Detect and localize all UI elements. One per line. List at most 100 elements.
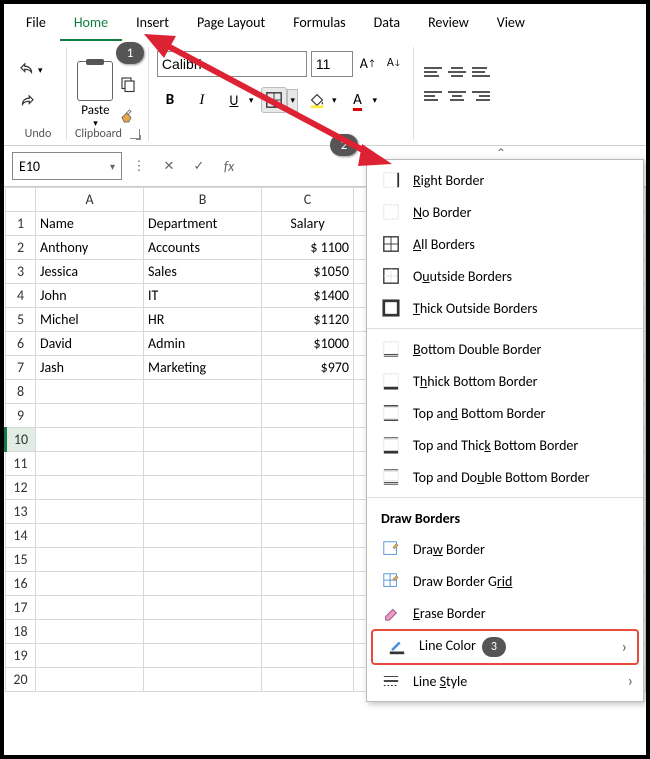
align-middle-button[interactable] [446, 65, 468, 83]
cell[interactable] [262, 380, 354, 404]
cell[interactable] [144, 452, 262, 476]
menu-erase-border[interactable]: Erase Border [367, 597, 643, 629]
row-header[interactable]: 9 [6, 404, 36, 428]
align-top-button[interactable] [422, 65, 444, 83]
cell[interactable] [262, 452, 354, 476]
menu-draw-border-grid[interactable]: Draw Border Grid [367, 565, 643, 597]
cell[interactable]: David [36, 332, 144, 356]
borders-dropdown[interactable]: ▾ [287, 89, 298, 112]
redo-button[interactable] [18, 89, 58, 115]
cell[interactable] [144, 380, 262, 404]
row-header[interactable]: 15 [6, 548, 36, 572]
cell[interactable]: Name [36, 212, 144, 236]
cell[interactable] [144, 548, 262, 572]
col-header-b[interactable]: B [144, 188, 262, 212]
cell[interactable]: $1120 [262, 308, 354, 332]
cell[interactable] [36, 548, 144, 572]
align-right-button[interactable] [470, 89, 492, 107]
underline-button[interactable]: U [221, 87, 247, 113]
tab-home[interactable]: Home [60, 8, 122, 41]
row-header[interactable]: 10 [6, 428, 36, 452]
row-header[interactable]: 19 [6, 644, 36, 668]
cell[interactable]: $1000 [262, 332, 354, 356]
cell[interactable] [262, 524, 354, 548]
paste-button[interactable]: Paste ▾ [77, 61, 113, 129]
row-header[interactable]: 20 [6, 668, 36, 692]
cell[interactable] [262, 668, 354, 692]
menu-no-border[interactable]: No Border [367, 196, 643, 228]
tab-insert[interactable]: Insert [122, 8, 183, 41]
menu-thick-bottom-border[interactable]: Thhick Bottom Border [367, 365, 643, 397]
cell[interactable]: HR [144, 308, 262, 332]
font-color-dropdown[interactable]: ▾ [371, 95, 380, 106]
insert-function-button[interactable]: fx [216, 154, 242, 178]
formula-dropdown[interactable]: ⋮ [126, 154, 152, 178]
cell[interactable]: Jessica [36, 260, 144, 284]
row-header[interactable]: 13 [6, 500, 36, 524]
font-name-select[interactable] [157, 51, 307, 77]
cell[interactable]: $ 1100 [262, 236, 354, 260]
col-header-c[interactable]: C [262, 188, 354, 212]
menu-top-thick-bottom-border[interactable]: Top and Thick Bottom Border [367, 429, 643, 461]
copy-button[interactable] [119, 75, 137, 97]
cell[interactable]: Department [144, 212, 262, 236]
cell[interactable]: Salary [262, 212, 354, 236]
cell[interactable] [262, 476, 354, 500]
name-box[interactable]: E10▾ [12, 152, 122, 180]
cell[interactable] [36, 452, 144, 476]
menu-top-bottom-border[interactable]: Top and Bottom Border [367, 397, 643, 429]
col-header-a[interactable]: A [36, 188, 144, 212]
cell[interactable] [144, 524, 262, 548]
row-header[interactable]: 6 [6, 332, 36, 356]
clipboard-dialog-launcher[interactable] [130, 129, 140, 139]
cell[interactable] [36, 404, 144, 428]
cell[interactable] [36, 476, 144, 500]
font-size-select[interactable] [311, 51, 353, 77]
underline-dropdown[interactable]: ▾ [247, 95, 256, 106]
select-all-corner[interactable] [6, 188, 36, 212]
cell[interactable] [144, 500, 262, 524]
row-header[interactable]: 1 [6, 212, 36, 236]
italic-button[interactable]: I [189, 87, 215, 113]
cell[interactable] [262, 644, 354, 668]
menu-right-border[interactable]: Right Border [367, 164, 643, 196]
cell[interactable]: Sales [144, 260, 262, 284]
row-header[interactable]: 16 [6, 572, 36, 596]
row-header[interactable]: 17 [6, 596, 36, 620]
undo-button[interactable]: ▾ [18, 57, 58, 83]
cell[interactable]: John [36, 284, 144, 308]
row-header[interactable]: 8 [6, 380, 36, 404]
grow-font-button[interactable]: A↑ [357, 51, 379, 75]
cell[interactable] [36, 428, 144, 452]
cell[interactable] [36, 500, 144, 524]
row-header[interactable]: 5 [6, 308, 36, 332]
row-header[interactable]: 14 [6, 524, 36, 548]
menu-draw-border[interactable]: Draw Border [367, 533, 643, 565]
cell[interactable] [36, 620, 144, 644]
cancel-formula-button[interactable]: ✕ [156, 154, 182, 178]
cell[interactable] [36, 644, 144, 668]
tab-view[interactable]: View [483, 8, 539, 41]
menu-top-double-bottom-border[interactable]: Top and Double Bottom Border [367, 461, 643, 493]
row-header[interactable]: 11 [6, 452, 36, 476]
cell[interactable] [262, 548, 354, 572]
row-header[interactable]: 4 [6, 284, 36, 308]
row-header[interactable]: 18 [6, 620, 36, 644]
cell[interactable] [144, 476, 262, 500]
cell[interactable] [36, 572, 144, 596]
cell[interactable] [144, 620, 262, 644]
menu-line-color[interactable]: Line Color3 [371, 629, 639, 665]
cell[interactable] [262, 596, 354, 620]
cell[interactable] [144, 428, 262, 452]
cell[interactable] [262, 404, 354, 428]
cell[interactable]: Anthony [36, 236, 144, 260]
cell[interactable]: Michel [36, 308, 144, 332]
borders-button[interactable] [261, 87, 287, 113]
cell[interactable] [144, 668, 262, 692]
cell[interactable] [36, 524, 144, 548]
bold-button[interactable]: B [157, 87, 183, 113]
align-bottom-button[interactable] [470, 65, 492, 83]
tab-data[interactable]: Data [360, 8, 414, 41]
cell[interactable]: Marketing [144, 356, 262, 380]
menu-thick-outside-borders[interactable]: Thick Outside Borders [367, 292, 643, 324]
